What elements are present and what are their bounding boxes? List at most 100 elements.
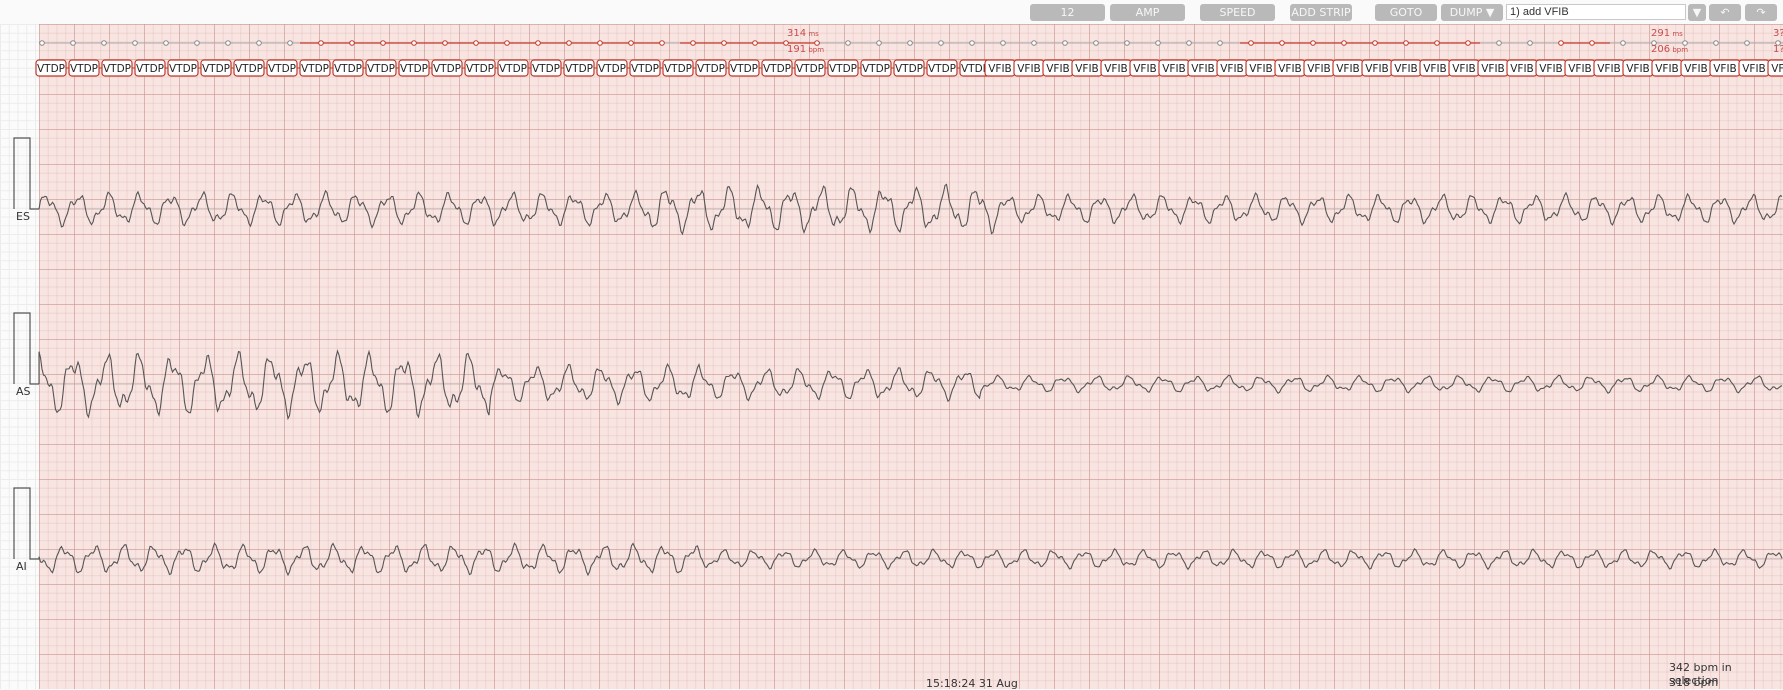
beat-label[interactable]: VTDP [893,59,925,77]
beat-marker[interactable] [256,40,262,46]
beat-label[interactable]: VTDP [497,59,529,77]
beat-marker[interactable] [969,40,975,46]
beat-marker[interactable] [1155,40,1161,46]
beat-label[interactable]: VFIB [1100,59,1132,77]
beat-label[interactable]: VTDP [332,59,364,77]
beat-marker[interactable] [287,40,293,46]
beat-label[interactable]: VFIB [1506,59,1538,77]
beat-marker-row[interactable] [39,40,1783,46]
beat-marker[interactable] [1031,40,1037,46]
beat-marker[interactable] [1434,40,1440,46]
beat-label[interactable]: VTDP [68,59,100,77]
beat-marker[interactable] [1000,40,1006,46]
beat-marker[interactable] [442,40,448,46]
beat-label[interactable]: VTDP [794,59,826,77]
beat-label[interactable]: VTDP [827,59,859,77]
beat-label[interactable]: VFIB [1332,59,1364,77]
beat-marker[interactable] [566,40,572,46]
beat-marker[interactable] [349,40,355,46]
beat-label[interactable]: VTDP [167,59,199,77]
beat-marker[interactable] [1403,40,1409,46]
beat-label-row[interactable]: VTDP VTDP VTDP VTDP VTDP VTDP VTDP VTDP VTDP VTDP… [35,59,1783,77]
beat-marker[interactable] [318,40,324,46]
beat-marker[interactable] [101,40,107,46]
beat-label[interactable]: VFIB [1071,59,1103,77]
beat-marker[interactable] [1713,40,1719,46]
beat-label[interactable]: VFIB [1680,59,1712,77]
beat-marker[interactable] [938,40,944,46]
beat-marker[interactable] [907,40,913,46]
beat-marker[interactable] [659,40,665,46]
beat-label[interactable]: VTDP [35,59,67,77]
beat-marker[interactable] [1093,40,1099,46]
beat-label[interactable]: VTDP [563,59,595,77]
beat-label[interactable]: VFIB [1448,59,1480,77]
beat-label[interactable]: VTDP [530,59,562,77]
beat-marker[interactable] [1620,40,1626,46]
beat-marker[interactable] [1496,40,1502,46]
beat-marker[interactable] [628,40,634,46]
beat-marker[interactable] [752,40,758,46]
beat-marker[interactable] [1186,40,1192,46]
beat-marker[interactable] [1527,40,1533,46]
beat-marker[interactable] [411,40,417,46]
beat-marker[interactable] [1341,40,1347,46]
beat-label[interactable]: VFIB [1738,59,1770,77]
beat-label[interactable]: VFIB [1303,59,1335,77]
beat-label[interactable]: VTDP [266,59,298,77]
beat-marker[interactable] [1062,40,1068,46]
beat-label[interactable]: VTDP [464,59,496,77]
beat-marker[interactable] [1465,40,1471,46]
beat-label[interactable]: VTDP [398,59,430,77]
beat-label[interactable]: VTDP [662,59,694,77]
beat-marker[interactable] [1248,40,1254,46]
beat-marker[interactable] [163,40,169,46]
beat-marker[interactable] [70,40,76,46]
beat-marker[interactable] [1558,40,1564,46]
beat-marker[interactable] [1124,40,1130,46]
beat-label[interactable]: VFIB [1129,59,1161,77]
beat-marker[interactable] [194,40,200,46]
beat-label[interactable]: VFIB [1767,59,1783,77]
beat-label[interactable]: VTDP [629,59,661,77]
beat-marker[interactable] [1589,40,1595,46]
beat-marker[interactable] [1279,40,1285,46]
beat-marker[interactable] [132,40,138,46]
beat-label[interactable]: VFIB [1158,59,1190,77]
beat-label[interactable]: VTDP [365,59,397,77]
beat-label[interactable]: VFIB [1651,59,1683,77]
beat-label[interactable]: VFIB [1477,59,1509,77]
beat-marker[interactable] [721,40,727,46]
beat-label[interactable]: VFIB [1042,59,1074,77]
beat-label[interactable]: VTDP [299,59,331,77]
beat-label[interactable]: VFIB [1187,59,1219,77]
beat-marker[interactable] [690,40,696,46]
beat-label[interactable]: VTDP [728,59,760,77]
ecg-canvas[interactable]: VTDP VTDP VTDP VTDP VTDP VTDP VTDP VTDP VTDP VTDP… [0,0,1783,689]
beat-marker[interactable] [597,40,603,46]
beat-label[interactable]: VTDP [431,59,463,77]
beat-label[interactable]: VTDP [761,59,793,77]
beat-marker[interactable] [1217,40,1223,46]
beat-label[interactable]: VTDP [596,59,628,77]
beat-label[interactable]: VFIB [1216,59,1248,77]
beat-label[interactable]: VFIB [1593,59,1625,77]
beat-marker[interactable] [225,40,231,46]
beat-label[interactable]: VTDP [860,59,892,77]
beat-label[interactable]: VTDP [926,59,958,77]
beat-label[interactable]: VFIB [1419,59,1451,77]
beat-marker[interactable] [876,40,882,46]
beat-label[interactable]: VFIB [1564,59,1596,77]
beat-label[interactable]: VFIB [1535,59,1567,77]
beat-label[interactable]: VTDP [134,59,166,77]
beat-label[interactable]: VTDP [101,59,133,77]
beat-marker[interactable] [504,40,510,46]
beat-label[interactable]: VTDP [233,59,265,77]
beat-marker[interactable] [845,40,851,46]
beat-marker[interactable] [39,40,45,46]
beat-label[interactable]: VFIB [1245,59,1277,77]
beat-marker[interactable] [535,40,541,46]
beat-label[interactable]: VFIB [1361,59,1393,77]
beat-marker[interactable] [380,40,386,46]
beat-label[interactable]: VFIB [1709,59,1741,77]
